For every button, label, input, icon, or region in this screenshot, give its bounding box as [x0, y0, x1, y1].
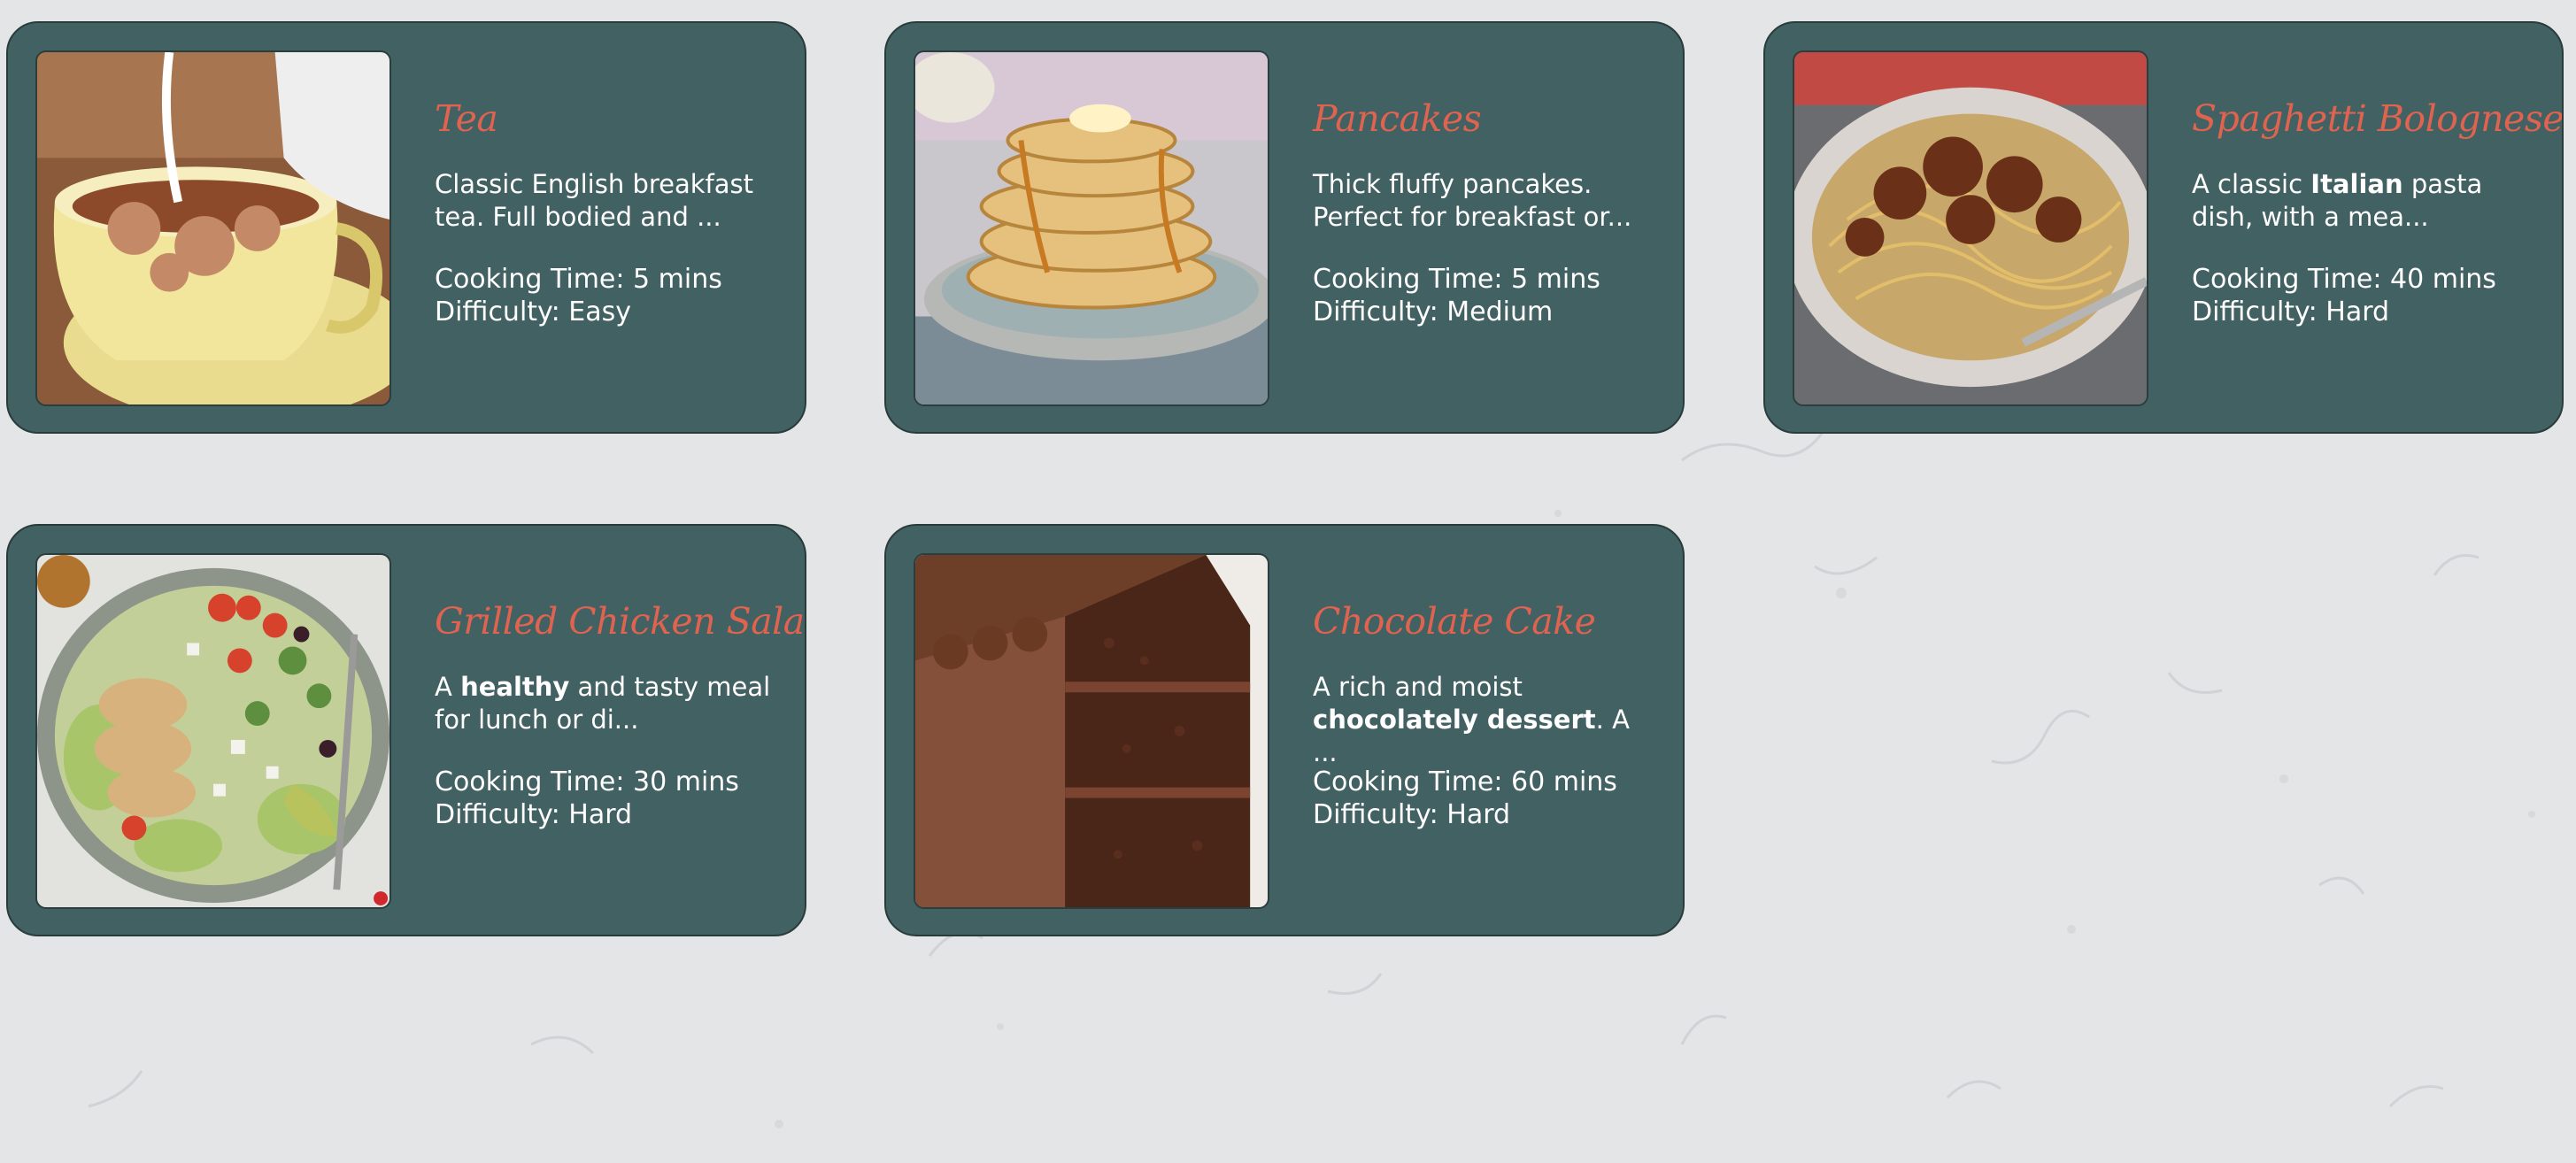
recipe-meta: Cooking Time: 30 mins Difficulty: Hard — [435, 766, 782, 831]
recipe-title: Spaghetti Bolognese — [2192, 97, 2564, 140]
recipe-card-pancakes[interactable]: Pancakes Thick fluffy pancakes. Perfect … — [884, 21, 1685, 434]
recipe-title: Grilled Chicken Salad — [435, 600, 806, 643]
difficulty: Difficulty: Medium — [1313, 297, 1554, 327]
recipe-title: Tea — [435, 97, 498, 140]
recipe-image-tea — [35, 50, 391, 406]
cooking-time: Cooking Time: 5 mins — [435, 264, 722, 295]
recipe-description: Thick fluffy pancakes. Perfect for break… — [1313, 168, 1660, 234]
description-emphasis: chocolately dessert — [1313, 705, 1596, 735]
cooking-time: Cooking Time: 30 mins — [435, 766, 739, 797]
recipe-info: Pancakes Thick fluffy pancakes. Perfect … — [1306, 76, 1660, 328]
description-text: Classic English breakfast tea. Full bodi… — [435, 169, 754, 232]
recipe-meta: Cooking Time: 5 mins Difficulty: Medium — [1313, 263, 1660, 328]
recipe-image-spaghetti-bolognese — [1793, 50, 2148, 406]
recipe-image-chocolate-cake — [914, 553, 1269, 909]
recipe-card-grilled-chicken-salad[interactable]: Grilled Chicken Salad A healthy and tast… — [6, 524, 806, 936]
recipe-meta: Cooking Time: 40 mins Difficulty: Hard — [2192, 263, 2539, 328]
recipe-info: Spaghetti Bolognese A classic Italian pa… — [2185, 76, 2564, 328]
recipe-info: Grilled Chicken Salad A healthy and tast… — [428, 579, 806, 831]
recipe-card-chocolate-cake[interactable]: Chocolate Cake A rich and moist chocolat… — [884, 524, 1685, 936]
cooking-time: Cooking Time: 40 mins — [2192, 264, 2496, 295]
difficulty: Difficulty: Hard — [435, 799, 633, 830]
description-text: Thick fluffy pancakes. Perfect for break… — [1313, 169, 1632, 232]
recipe-image-pancakes — [914, 50, 1269, 406]
difficulty: Difficulty: Easy — [435, 297, 631, 327]
recipe-meta: Cooking Time: 5 mins Difficulty: Easy — [435, 263, 782, 328]
recipe-info: Tea Classic English breakfast tea. Full … — [428, 76, 782, 328]
recipe-title: Chocolate Cake — [1313, 600, 1596, 643]
description-emphasis: Italian — [2310, 169, 2403, 199]
recipe-info: Chocolate Cake A rich and moist chocolat… — [1306, 579, 1660, 831]
description-text: A — [435, 672, 461, 702]
recipe-description: A healthy and tasty meal for lunch or di… — [435, 671, 782, 736]
description-text: A classic — [2192, 169, 2311, 199]
difficulty: Difficulty: Hard — [2192, 297, 2390, 327]
description-emphasis: healthy — [460, 672, 570, 702]
recipe-meta: Cooking Time: 60 mins Difficulty: Hard — [1313, 766, 1660, 831]
recipe-description: A classic Italian pasta dish, with a mea… — [2192, 168, 2539, 234]
cooking-time: Cooking Time: 5 mins — [1313, 264, 1600, 295]
description-text: A rich and moist — [1313, 672, 1523, 702]
cooking-time: Cooking Time: 60 mins — [1313, 766, 1617, 797]
difficulty: Difficulty: Hard — [1313, 799, 1511, 830]
recipe-description: Classic English breakfast tea. Full bodi… — [435, 168, 782, 234]
recipe-card-tea[interactable]: Tea Classic English breakfast tea. Full … — [6, 21, 806, 434]
recipe-description: A rich and moist chocolately dessert. A … — [1313, 671, 1660, 767]
recipe-image-grilled-chicken-salad — [35, 553, 391, 909]
recipe-title: Pancakes — [1313, 97, 1482, 140]
recipe-card-spaghetti-bolognese[interactable]: Spaghetti Bolognese A classic Italian pa… — [1763, 21, 2564, 434]
